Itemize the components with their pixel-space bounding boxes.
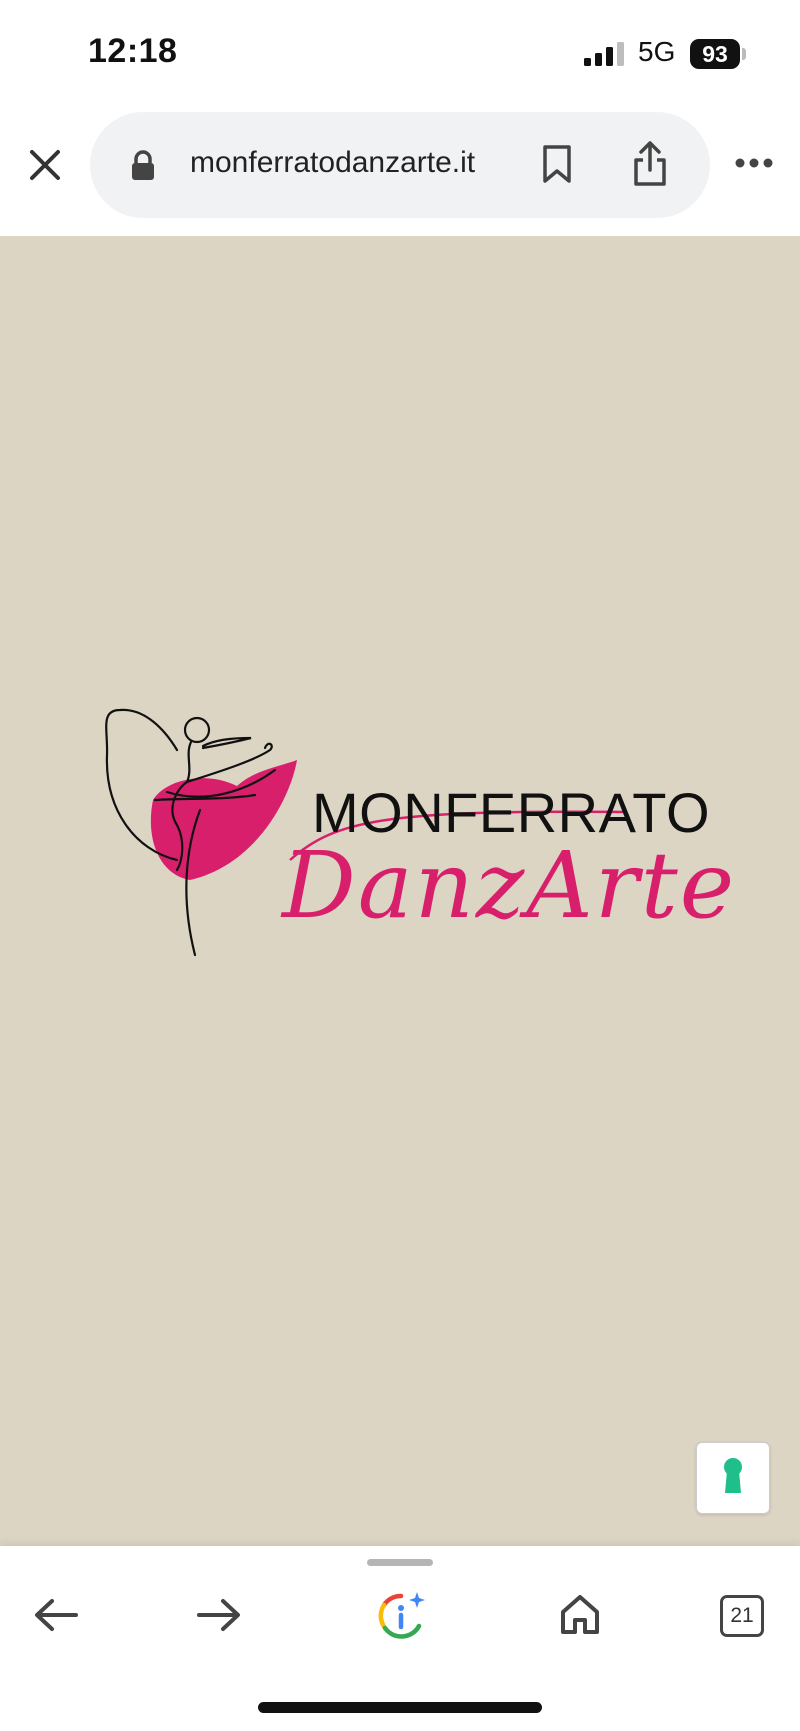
bookmark-button[interactable] (540, 143, 574, 185)
share-button[interactable] (630, 140, 670, 188)
url-text[interactable]: monferratodanzarte.it (190, 146, 475, 180)
google-lens-icon[interactable] (375, 1590, 427, 1642)
back-arrow-icon[interactable] (32, 1595, 80, 1635)
keyhole-icon (724, 1458, 742, 1493)
accessibility-assist-button[interactable] (696, 1442, 770, 1514)
forward-arrow-icon[interactable] (195, 1595, 243, 1635)
close-tab-button[interactable] (22, 142, 68, 188)
cellular-signal-icon (584, 42, 624, 66)
more-options-button[interactable] (734, 157, 774, 169)
status-bar: 12:18 5G 93 (0, 0, 800, 100)
tab-switcher-button[interactable]: 21 (720, 1595, 764, 1637)
status-time: 12:18 (88, 32, 178, 70)
lock-icon (132, 150, 154, 180)
sheet-grabber[interactable] (367, 1559, 433, 1566)
battery-level: 93 (702, 41, 728, 67)
logo-text-danzarte: DanzArte (282, 832, 737, 939)
battery-icon: 93 (690, 39, 740, 69)
network-type: 5G (638, 36, 676, 67)
home-indicator (258, 1702, 542, 1713)
battery-cap (742, 48, 746, 60)
home-icon[interactable] (558, 1592, 602, 1636)
tab-count: 21 (730, 1604, 754, 1627)
